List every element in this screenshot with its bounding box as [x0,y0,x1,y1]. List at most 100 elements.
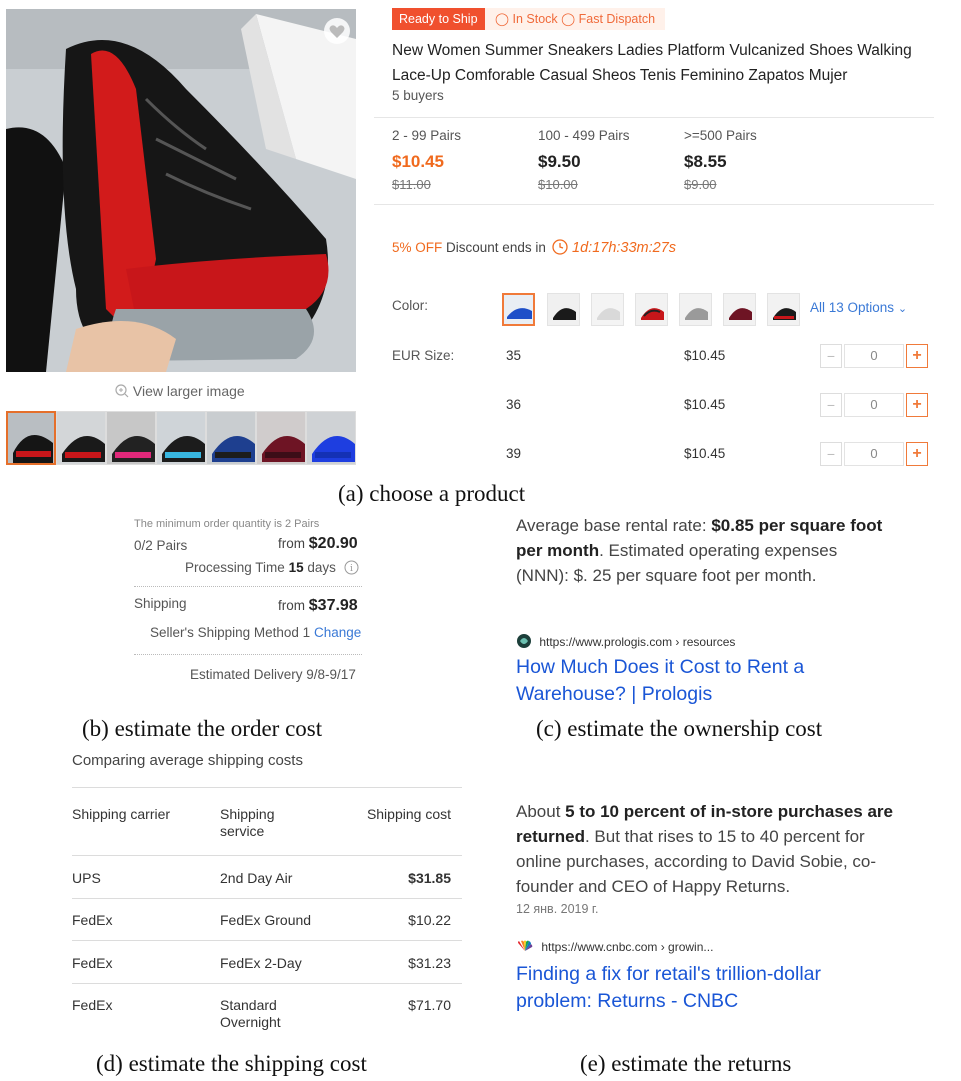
quantity-input[interactable]: 0 [844,393,904,417]
size-price: $10.45 [684,446,726,461]
thumbnail[interactable] [156,411,206,465]
increment-button[interactable]: + [906,442,928,466]
table-cell-service: FedEx Ground [220,912,312,928]
thumbnail[interactable] [206,411,256,465]
quantity-stepper: − 0 + [820,442,928,466]
increment-button[interactable]: + [906,344,928,368]
color-swatch[interactable] [635,293,668,326]
rental-snippet: Average base rental rate: $0.85 per squa… [516,516,883,585]
ready-to-ship-badge: Ready to Ship [392,8,485,30]
svg-text:i: i [350,564,353,574]
product-main-image[interactable] [6,9,356,372]
min-order-note: The minimum order quantity is 2 Pairs [134,518,320,530]
discount-timer: 1d:17h:33m:27s [552,239,676,256]
shipping-cost: from $37.98 [278,597,358,614]
all-options-dropdown[interactable]: All 13 Options ⌄ [810,300,907,315]
thumbnail[interactable] [6,411,56,465]
table-cell-carrier: UPS [72,870,101,886]
divider [72,855,462,856]
size-value: 39 [506,446,522,461]
prologis-favicon-icon [517,634,531,648]
discount-notice: 5% OFF Discount ends in [392,240,546,255]
quantity-input[interactable]: 0 [844,344,904,368]
decrement-button[interactable]: − [820,393,842,417]
dotted-divider [134,586,362,587]
chevron-down-icon: ⌄ [897,303,908,315]
table-cell-carrier: FedEx [72,955,113,971]
price-tier: 100 - 499 Pairs $9.50 $10.00 [538,128,630,192]
thumbnail[interactable] [106,411,156,465]
column-header: Shipping carrier [72,806,171,822]
result-date: 12 янв. 2019 г. [516,902,599,916]
column-header: Shipping cost [366,806,451,822]
stock-badge: ◯ In Stock ◯ Fast Dispatch [485,8,666,30]
table-cell-cost: $31.23 [408,955,451,971]
result-source: https://www.prologis.com › resources [516,633,735,649]
caption-a: (a) choose a product [338,481,526,506]
thumbnail-strip [6,411,356,465]
quantity-input[interactable]: 0 [844,442,904,466]
color-swatch[interactable] [679,293,712,326]
thumbnail[interactable] [256,411,306,465]
cnbc-peacock-icon [518,940,533,951]
table-cell-cost: $31.85 [408,870,451,886]
result-link[interactable]: How Much Does it Cost to Rent a Warehous… [516,654,846,708]
table-cell-carrier: FedEx [72,912,113,928]
shipping-method: Seller's Shipping Method 1 Change [150,625,362,640]
table-cell-cost: $10.22 [408,912,451,928]
table-cell-service: Standard Overnight [220,997,281,1030]
shipping-table-heading: Comparing average shipping costs [72,752,303,769]
wishlist-heart-icon[interactable] [324,18,350,44]
price-tier: >=500 Pairs $8.55 $9.00 [684,128,757,192]
quantity-stepper: − 0 + [820,393,928,417]
view-larger-label: View larger image [132,383,245,399]
divider [72,898,462,899]
change-shipping-link[interactable]: Change [314,625,361,640]
divider [72,983,462,984]
increment-button[interactable]: + [906,393,928,417]
product-title[interactable]: New Women Summer Sneakers Ladies Platfor… [392,38,932,88]
table-cell-service: 2nd Day Air [220,870,293,886]
size-price: $10.45 [684,348,726,363]
color-swatch[interactable] [767,293,800,326]
size-label: EUR Size: [392,348,455,363]
decrement-button[interactable]: − [820,344,842,368]
divider [374,204,934,205]
size-value: 36 [506,397,522,412]
thumbnail[interactable] [306,411,356,465]
view-larger-image-link[interactable]: View larger image [115,383,245,399]
divider [72,940,462,941]
result-link[interactable]: Finding a fix for retail's trillion-doll… [516,961,876,1015]
divider [72,787,462,788]
caption-c: (c) estimate the ownership cost [536,716,823,741]
zoom-icon [115,384,129,398]
dotted-divider [134,654,362,655]
buyers-count: 5 buyers [392,88,444,103]
column-header: Shipping service [220,806,275,839]
table-cell-cost: $71.70 [408,997,451,1013]
caption-e: (e) estimate the returns [580,1051,792,1076]
clock-icon [552,239,568,255]
check-circle-icon: ◯ [561,12,576,26]
subtotal: from $20.90 [278,535,358,552]
result-source: https://www.cnbc.com › growin... [516,940,713,954]
check-circle-icon: ◯ [495,12,509,26]
decrement-button[interactable]: − [820,442,842,466]
shipping-label: Shipping [134,596,187,611]
color-swatch[interactable] [723,293,756,326]
size-value: 35 [506,348,522,363]
color-swatch[interactable] [591,293,624,326]
table-cell-service: FedEx 2-Day [220,955,302,971]
caption-b: (b) estimate the order cost [82,716,323,741]
info-icon[interactable]: i [344,560,359,575]
divider [374,117,934,118]
price-tier: 2 - 99 Pairs $10.45 $11.00 [392,128,462,192]
quantity-stepper: − 0 + [820,344,928,368]
estimated-delivery: Estimated Delivery 9/8-9/17 [190,667,356,682]
color-label: Color: [392,298,429,313]
color-swatch[interactable] [502,293,535,326]
table-cell-carrier: FedEx [72,997,113,1013]
thumbnail[interactable] [56,411,106,465]
color-swatch[interactable] [547,293,580,326]
pairs-count: 0/2 Pairs [134,538,188,553]
